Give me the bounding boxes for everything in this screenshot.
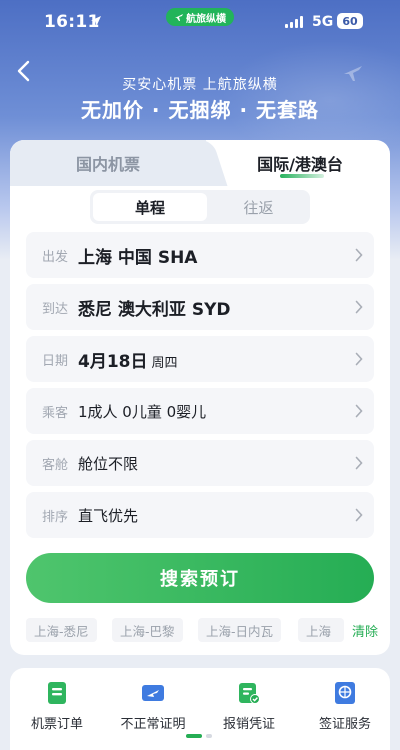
chevron-right-icon — [344, 300, 374, 314]
status-bar: 16:11 航旅纵横 5G 60 — [0, 0, 400, 46]
visa-icon — [335, 682, 355, 704]
passengers-row[interactable]: 乘客 1成人 0儿童 0婴儿 — [26, 388, 374, 434]
slogan-line1: 买安心机票 上航旅纵横 — [122, 77, 278, 93]
trip-one-way-label: 单程 — [134, 198, 165, 217]
date-row[interactable]: 日期 4月18日 周四 — [26, 336, 374, 382]
cabin-label: 客舱 — [42, 457, 69, 473]
trip-round-trip[interactable]: 往返 — [210, 193, 307, 221]
passengers-value: 1成人 0儿童 0婴儿 — [78, 402, 207, 421]
service-label: 不正常证明 — [120, 717, 186, 732]
service-label: 报销凭证 — [222, 717, 275, 732]
tab-international-label: 国际/港澳台 — [257, 155, 343, 174]
sort-label: 排序 — [42, 509, 69, 525]
chevron-right-icon — [344, 248, 374, 262]
search-button[interactable]: 搜索预订 — [26, 553, 374, 603]
cabin-value: 舱位不限 — [78, 454, 139, 473]
date-weekday: 周四 — [151, 355, 178, 371]
depart-row[interactable]: 出发 上海 中国 SHA — [26, 232, 374, 278]
chevron-right-icon — [344, 456, 374, 470]
trip-round-trip-label: 往返 — [243, 198, 274, 217]
history-chip[interactable]: 上海-悉尼 — [26, 618, 97, 642]
plane-icon — [175, 14, 183, 21]
service-label: 机票订单 — [30, 717, 83, 732]
arrive-label: 到达 — [42, 301, 69, 317]
clear-history-button[interactable]: 清除 — [352, 621, 378, 640]
depart-value: 上海 中国 SHA — [78, 247, 198, 268]
service-label: 签证服务 — [318, 717, 371, 732]
history-chip[interactable]: 上海-日内瓦 — [198, 618, 282, 642]
service-visa[interactable]: 签证服务 — [300, 680, 390, 732]
trip-type-toggle: 单程 往返 — [90, 190, 310, 224]
slogan-line2: 无加价 · 无捆绑 · 无套路 — [80, 98, 320, 122]
reimbursement-icon — [239, 683, 260, 704]
history-chip[interactable]: 上海 — [298, 618, 344, 642]
date-value-wrap: 4月18日 周四 — [78, 347, 344, 372]
active-tab-indicator — [280, 174, 324, 178]
service-reimbursement[interactable]: 报销凭证 — [204, 680, 294, 732]
app-badge[interactable]: 航旅纵横 — [166, 8, 234, 26]
service-ticket-orders[interactable]: 机票订单 — [12, 680, 102, 732]
app-badge-label: 航旅纵横 — [186, 13, 226, 25]
services-bar: 机票订单 不正常证明 报销凭证 签证服务 — [10, 668, 390, 750]
tab-domestic[interactable]: 国内机票 — [10, 140, 206, 186]
flight-search-card: 国内机票 国际/港澳台 单程 往返 出发 上海 中国 SHA 到达 悉尼 澳大利… — [10, 140, 390, 655]
arrive-row[interactable]: 到达 悉尼 澳大利亚 SYD — [26, 284, 374, 330]
ticket-tabs: 国内机票 国际/港澳台 — [10, 140, 390, 186]
battery-level: 60 — [342, 14, 358, 28]
cabin-row[interactable]: 客舱 舱位不限 — [26, 440, 374, 486]
page-indicator — [186, 734, 226, 738]
irregular-proof-icon — [142, 685, 164, 701]
signal-icon — [285, 16, 305, 28]
depart-label: 出发 — [42, 249, 69, 265]
ticket-order-icon — [48, 682, 66, 704]
sort-value: 直飞优先 — [78, 506, 139, 525]
network-type: 5G — [312, 14, 334, 30]
tab-international[interactable]: 国际/港澳台 — [210, 140, 390, 186]
chevron-right-icon — [344, 404, 374, 418]
arrive-value: 悉尼 澳大利亚 SYD — [78, 299, 231, 320]
date-value: 4月18日 — [78, 351, 148, 372]
chevron-right-icon — [344, 508, 374, 522]
battery-icon: 60 — [337, 13, 363, 29]
passengers-label: 乘客 — [42, 405, 69, 421]
trip-one-way[interactable]: 单程 — [93, 193, 207, 221]
date-label: 日期 — [42, 353, 69, 369]
service-irregular-proof[interactable]: 不正常证明 — [108, 680, 198, 732]
history-chip[interactable]: 上海-巴黎 — [112, 618, 183, 642]
sort-row[interactable]: 排序 直飞优先 — [26, 492, 374, 538]
tab-domestic-label: 国内机票 — [75, 155, 140, 174]
search-history: 上海-悉尼 上海-巴黎 上海-日内瓦 上海 清除 — [26, 618, 390, 642]
chevron-right-icon — [344, 352, 374, 366]
location-arrow-icon — [91, 16, 101, 26]
